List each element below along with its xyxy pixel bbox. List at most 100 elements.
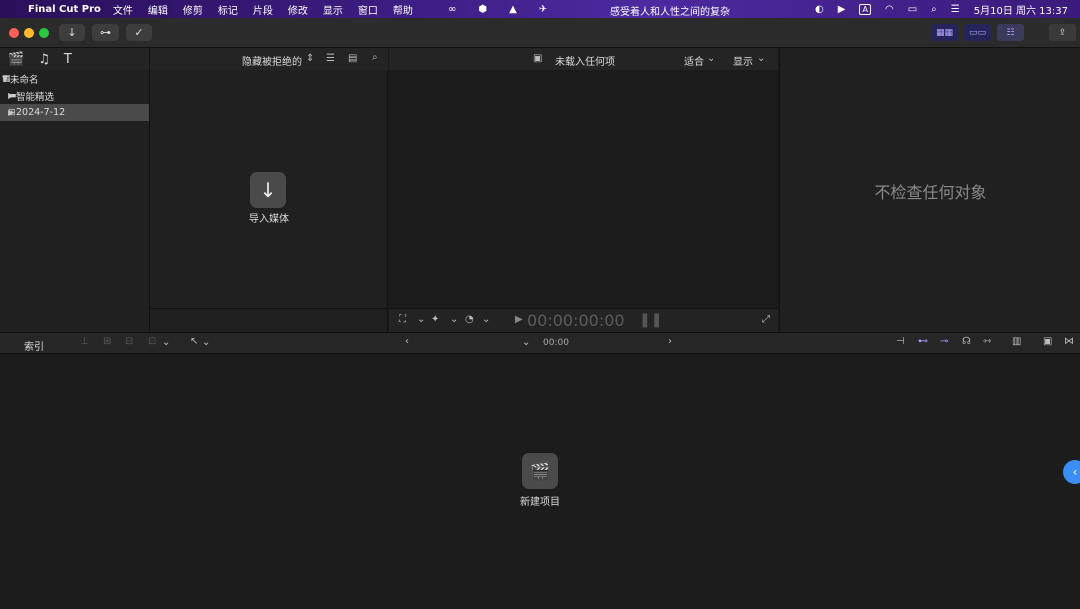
library-item-event[interactable]: ▶ ⊞ 2024-7-12 [0, 104, 149, 121]
window-zoom-button[interactable] [39, 28, 49, 38]
clip-appearance-icon[interactable]: ▥ [1012, 336, 1021, 347]
menu-mark[interactable]: 标记 [218, 2, 238, 17]
menu-center-title: 感受着人和人性之间的复杂 [610, 7, 730, 18]
chevron-down-icon[interactable]: ⌄ [482, 314, 490, 325]
library-list: ▼ ▦ 未命名 ▶ ▬ 智能精选 ▶ ⊞ 2024-7-12 [0, 70, 150, 332]
menu-clock[interactable]: 5月10日 周六 13:37 [974, 2, 1068, 17]
timeline-index-button[interactable]: 索引 [24, 338, 44, 353]
chevron-right-icon[interactable]: › [668, 336, 672, 347]
photos-audio-icon[interactable]: ♫ [38, 52, 50, 67]
menu-help[interactable]: 帮助 [393, 2, 413, 17]
event-star-icon: ⊞ [8, 107, 16, 118]
hexagon-app-icon[interactable]: ⬢ [478, 4, 487, 15]
skimming-icon[interactable]: ⊣ [896, 336, 905, 347]
clapperboard-icon: 🎬 [530, 461, 550, 481]
menu-extras-left: ∞ ⬢ ▲ ✈ [448, 0, 547, 18]
timeline-icon: ▭▭ [968, 27, 986, 38]
overwrite-clip-icon[interactable]: ⊡ [148, 336, 156, 347]
menu-view[interactable]: 显示 [323, 2, 343, 17]
battery-icon[interactable]: ▭ [908, 4, 917, 15]
wifi-icon[interactable]: ◠ [885, 4, 894, 15]
chevron-left-icon[interactable]: ‹ [405, 336, 409, 347]
arrow-down-icon: ↓ [259, 178, 277, 202]
library-item-smart-collections[interactable]: ▶ ▬ 智能精选 [0, 87, 149, 104]
inspector-panel: 不检查任何对象 [779, 48, 1080, 332]
chevron-down-icon[interactable]: ⌄ [162, 337, 170, 348]
mountain-app-icon[interactable]: ▲ [509, 4, 517, 15]
window-toolbar: ↓ ⊶ ✓ ▦▦ ▭▭ ☷ ⇪ [0, 18, 1080, 48]
side-panel-toggle[interactable]: ‹ [1063, 460, 1080, 484]
new-project-button[interactable]: 🎬 [522, 453, 558, 489]
viewer-zoom-select[interactable]: 适合 [684, 53, 704, 68]
menu-bar: Final Cut Pro 文件 编辑 修剪 标记 片段 修改 显示 窗口 帮助… [0, 0, 1080, 18]
magic-wand-icon[interactable]: ✦ [431, 314, 439, 325]
play-circle-icon[interactable]: ▶ [838, 4, 846, 15]
insert-clip-icon[interactable]: ⊞ [103, 336, 111, 347]
browser-footer [150, 308, 388, 332]
speed-gauge-icon[interactable]: ◔ [465, 314, 474, 325]
share-icon: ⇪ [1058, 27, 1067, 38]
show-timeline-button[interactable]: ▭▭ [964, 24, 991, 41]
transform-crop-icon[interactable]: ⛶ [399, 314, 406, 325]
clapper-libraries-icon[interactable]: 🎬 [8, 52, 24, 67]
filmstrip-icon[interactable]: ▤ [348, 53, 357, 64]
import-media-button[interactable]: ↓ [250, 172, 286, 208]
chevron-down-icon[interactable]: ⌄ [450, 314, 458, 325]
input-source-icon[interactable]: A [859, 3, 871, 15]
browser-search-icon[interactable]: ⌕ [372, 52, 378, 63]
menu-file[interactable]: 文件 [113, 2, 133, 17]
play-icon[interactable]: ▶ [515, 314, 523, 325]
background-tasks-button[interactable]: ✓ [126, 24, 152, 41]
pause-bars-icon: ❚❚ [639, 312, 663, 328]
menu-app-name[interactable]: Final Cut Pro [28, 4, 101, 15]
chevron-left-icon: ‹ [1072, 465, 1078, 479]
chevron-down-icon[interactable]: ⌄ [707, 53, 715, 64]
window-close-button[interactable] [9, 28, 19, 38]
chevron-down-icon[interactable]: ⌄ [417, 314, 425, 325]
headphones-icon[interactable]: ☊ [962, 336, 971, 347]
chevron-updown-icon[interactable]: ⇕ [306, 53, 314, 64]
key-icon: ⊶ [100, 26, 111, 39]
bird-app-icon[interactable]: ✈ [539, 4, 547, 15]
append-clip-icon[interactable]: ⊟ [125, 336, 133, 347]
menu-edit[interactable]: 编辑 [148, 2, 168, 17]
chevron-down-icon[interactable]: ⌄ [757, 53, 765, 64]
show-inspector-button[interactable]: ☷ [997, 24, 1024, 41]
library-item-unnamed[interactable]: ▼ ▦ 未命名 [0, 70, 149, 87]
select-arrow-icon[interactable]: ↖ [190, 336, 198, 347]
timeline-timecode: 00:00 [543, 338, 569, 348]
viewer-display-select[interactable]: 显示 [733, 53, 753, 68]
titles-generators-icon[interactable]: T [64, 52, 72, 67]
clip-appearance-icon[interactable]: ☰ [326, 53, 335, 64]
arrow-down-icon: ↓ [67, 26, 77, 39]
transitions-browser-icon[interactable]: ⋈ [1064, 336, 1074, 347]
menu-trim[interactable]: 修剪 [183, 2, 203, 17]
audio-skimming-icon[interactable]: ⊷ [918, 336, 928, 347]
chevron-down-icon[interactable]: ⌄ [202, 337, 210, 348]
share-button[interactable]: ⇪ [1049, 24, 1076, 41]
menu-clip[interactable]: 片段 [253, 2, 273, 17]
fullscreen-icon[interactable]: ⤢ [762, 314, 770, 325]
import-toolbar-button[interactable]: ↓ [59, 24, 85, 41]
globe-icon[interactable]: ◐ [815, 4, 824, 15]
menu-window[interactable]: 窗口 [358, 2, 378, 17]
window-minimize-button[interactable] [24, 28, 34, 38]
inspector-empty-text: 不检查任何对象 [874, 183, 987, 202]
connect-clip-icon[interactable]: ⊥ [80, 336, 89, 347]
control-center-icon[interactable]: ☰ [951, 4, 960, 15]
browser-filter-select[interactable]: 隐藏被拒绝的 [242, 53, 302, 68]
snapping-icon[interactable]: ⇿ [983, 336, 991, 347]
viewer-header: ▣ 未载入任何项 适合 ⌄ 显示 ⌄ [389, 48, 778, 70]
menu-modify[interactable]: 修改 [288, 2, 308, 17]
timeline-panel[interactable]: 🎬 新建项目 ‹ [0, 354, 1080, 609]
search-icon[interactable]: ⌕ [931, 4, 937, 15]
viewer-canvas[interactable] [389, 70, 778, 308]
effects-browser-icon[interactable]: ▣ [1043, 336, 1052, 347]
keywords-button[interactable]: ⊶ [92, 24, 119, 41]
chevron-down-icon[interactable]: ⌄ [522, 337, 530, 348]
browser-panel: ↓ 导入媒体 [150, 70, 388, 308]
solo-icon[interactable]: ⊸ [940, 336, 948, 347]
library-header: 🎬 ♫ T [0, 48, 150, 70]
creative-cloud-icon[interactable]: ∞ [448, 4, 456, 15]
show-browser-button[interactable]: ▦▦ [931, 24, 958, 41]
